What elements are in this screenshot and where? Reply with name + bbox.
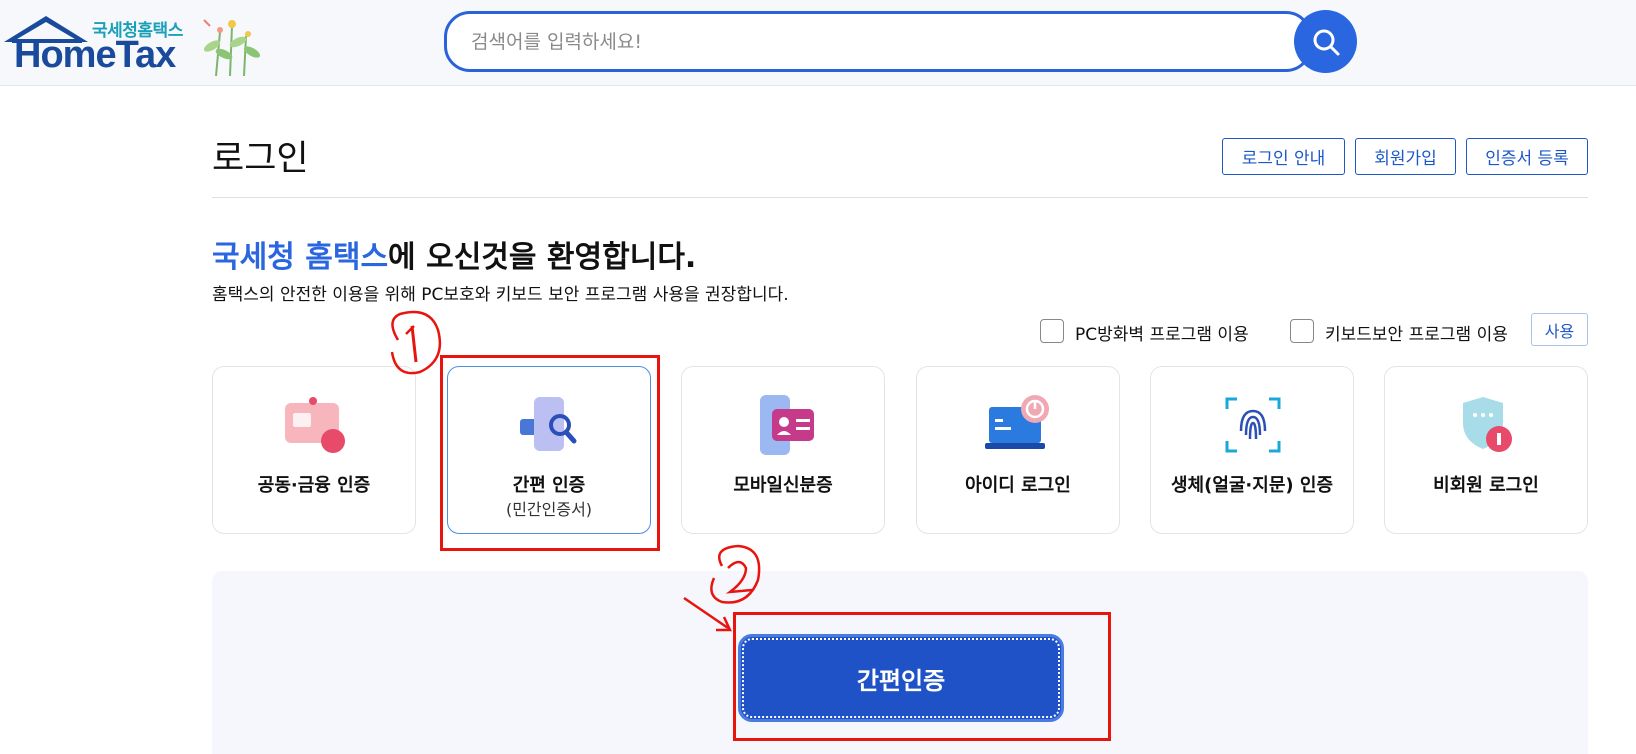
page-title: 로그인 xyxy=(212,139,309,179)
card-label: 비회원 로그인 xyxy=(1433,475,1539,496)
card-label: 생체(얼굴·지문) 인증 xyxy=(1170,475,1334,496)
signup-button[interactable]: 회원가입 xyxy=(1355,138,1456,175)
search-input[interactable] xyxy=(471,28,1251,56)
simple-auth-phone-icon xyxy=(520,397,577,451)
card-label: 모바일신분증 xyxy=(733,475,833,496)
keyboard-security-label: 키보드보안 프로그램 이용 xyxy=(1325,325,1508,345)
keyboard-security-checkbox[interactable] xyxy=(1290,319,1314,343)
laptop-power-icon xyxy=(985,395,1049,449)
card-simple-auth[interactable]: 간편 인증 (민간인증서) xyxy=(447,366,651,534)
register-certificate-button[interactable]: 인증서 등록 xyxy=(1466,138,1588,175)
card-biometric-auth[interactable]: 생체(얼굴·지문) 인증 xyxy=(1150,366,1354,534)
search-icon xyxy=(1313,29,1339,55)
card-mobile-id[interactable]: 모바일신분증 xyxy=(681,366,885,534)
shield-guest-icon xyxy=(1463,397,1512,452)
use-button[interactable]: 사용 xyxy=(1531,313,1588,346)
welcome-accent: 국세청 홈택스 xyxy=(212,240,389,275)
card-joint-financial-cert[interactable]: 공동·금융 인증 xyxy=(212,366,416,534)
fingerprint-icon xyxy=(1225,397,1281,453)
card-id-login[interactable]: 아이디 로그인 xyxy=(916,366,1120,534)
card-guest-login[interactable]: 비회원 로그인 xyxy=(1384,366,1588,534)
plant-decoration-icon xyxy=(203,19,261,77)
logo-title: HomeTax xyxy=(14,34,176,76)
search-box xyxy=(444,11,1312,72)
welcome-rest: 에 오신것을 환영합니다. xyxy=(388,240,697,275)
security-recommendation: 홈택스의 안전한 이용을 위해 PC보호와 키보드 보안 프로그램 사용을 권장… xyxy=(212,285,789,305)
login-guide-button[interactable]: 로그인 안내 xyxy=(1222,138,1345,175)
firewall-label: PC방화벽 프로그램 이용 xyxy=(1075,325,1249,345)
card-label: 아이디 로그인 xyxy=(965,475,1071,496)
mobile-id-icon xyxy=(760,395,814,455)
search-button[interactable] xyxy=(1294,10,1357,73)
card-label: 공동·금융 인증 xyxy=(257,475,371,496)
welcome-heading: 국세청 홈택스에 오신것을 환영합니다. xyxy=(212,232,696,276)
title-divider xyxy=(212,197,1588,198)
simple-auth-button[interactable]: 간편인증 xyxy=(738,634,1064,722)
certificate-card-icon xyxy=(285,397,345,453)
card-label: 간편 인증 xyxy=(512,475,586,496)
site-header: 국세청홈택스 HomeTax xyxy=(0,0,1636,86)
card-sublabel: (민간인증서) xyxy=(505,500,593,519)
hometax-logo[interactable]: 국세청홈택스 HomeTax xyxy=(0,10,275,80)
firewall-checkbox[interactable] xyxy=(1040,319,1064,343)
